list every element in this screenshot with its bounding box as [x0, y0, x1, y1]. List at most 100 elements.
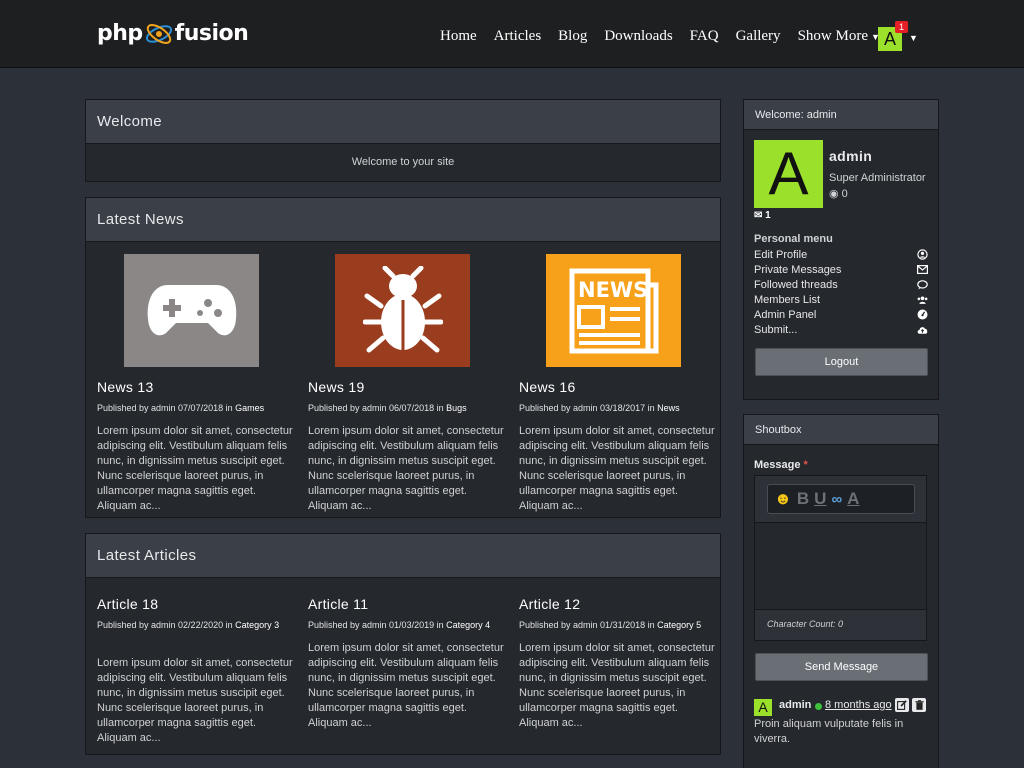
smiley-icon[interactable]: ☻	[774, 489, 792, 509]
news-title[interactable]: News 19	[308, 379, 508, 395]
dashboard-icon	[917, 309, 928, 320]
latest-articles-panel: Latest Articles Article 18 Published by …	[85, 533, 721, 755]
article-excerpt: Lorem ipsum dolor sit amet, consectetur …	[308, 642, 504, 729]
menu-submit[interactable]: Submit...	[754, 322, 928, 337]
envelope-icon: ✉	[754, 210, 763, 221]
edit-icon[interactable]	[895, 698, 909, 712]
svg-text:NEWS: NEWS	[578, 278, 648, 302]
news-card: NEWS News 16 Published by admin 03/18/20…	[519, 254, 719, 514]
article-title[interactable]: Article 12	[519, 596, 719, 612]
gamepad-icon	[147, 284, 236, 335]
article-category-link[interactable]: Category 3	[235, 620, 279, 630]
user-messages[interactable]: ✉ 1	[754, 210, 771, 221]
article-title[interactable]: Article 11	[308, 596, 508, 612]
points-icon: ◉	[829, 188, 839, 200]
user-name[interactable]: admin	[829, 148, 872, 164]
news-category-link[interactable]: Bugs	[446, 403, 467, 413]
news-excerpt: Lorem ipsum dolor sit amet, consectetur …	[97, 425, 293, 512]
menu-item-label: Submit...	[754, 323, 798, 336]
shout-time[interactable]: 8 months ago	[825, 699, 892, 711]
menu-item-label: Followed threads	[754, 278, 838, 291]
underline-icon[interactable]: U	[814, 489, 826, 509]
shoutbox-title: Shoutbox	[744, 415, 938, 445]
news-category-link[interactable]: News	[657, 403, 680, 413]
latest-news-panel: Latest News News 13 Published by admin 0…	[85, 197, 721, 518]
menu-item-label: Members List	[754, 293, 821, 306]
news-excerpt: Lorem ipsum dolor sit amet, consectetur …	[519, 425, 715, 512]
news-title[interactable]: News 13	[97, 379, 297, 395]
link-icon[interactable]: ∞	[831, 491, 842, 508]
newspaper-icon: NEWS	[569, 268, 658, 353]
news-thumbnail[interactable]	[124, 254, 259, 367]
site-logo[interactable]: php fusion	[97, 18, 249, 48]
user-panel: Welcome: admin A admin Super Administrat…	[743, 99, 939, 400]
send-message-button[interactable]: Send Message	[755, 653, 928, 681]
news-byline: Published by admin 06/07/2018 in	[308, 403, 447, 413]
nav-show-more[interactable]: Show More ▼	[798, 28, 880, 45]
shout-text: Proin aliquam vulputate felis in viverra…	[754, 718, 904, 745]
bug-icon	[362, 265, 443, 352]
shout-avatar[interactable]: A	[754, 699, 772, 716]
user-avatar[interactable]: A	[754, 140, 823, 208]
welcome-text: Welcome to your site	[351, 156, 455, 168]
menu-private-messages[interactable]: Private Messages	[754, 262, 928, 277]
user-menu-caret-icon[interactable]: ▼	[909, 33, 918, 43]
nav-faq[interactable]: FAQ	[690, 28, 719, 45]
bold-icon[interactable]: B	[797, 489, 809, 509]
message-textarea[interactable]	[755, 522, 926, 610]
news-title[interactable]: News 16	[519, 379, 719, 395]
article-excerpt: Lorem ipsum dolor sit amet, consectetur …	[519, 642, 715, 729]
nav-show-more-label: Show More	[797, 28, 868, 44]
nav-home[interactable]: Home	[440, 28, 477, 45]
message-label: Message *	[754, 459, 808, 471]
menu-members-list[interactable]: Members List	[754, 292, 928, 307]
article-byline: Published by admin 01/03/2019 in	[308, 620, 447, 630]
nav-blog[interactable]: Blog	[558, 28, 587, 45]
menu-item-label: Admin Panel	[754, 308, 817, 321]
user-panel-title: Welcome: admin	[744, 100, 938, 130]
character-count: Character Count: 0	[767, 619, 844, 629]
nav-gallery[interactable]: Gallery	[736, 28, 781, 45]
news-excerpt: Lorem ipsum dolor sit amet, consectetur …	[308, 425, 504, 512]
message-editor: ☻ B U ∞ A Character Count: 0	[754, 475, 927, 641]
news-thumbnail[interactable]	[335, 254, 470, 367]
logout-button[interactable]: Logout	[755, 348, 928, 376]
cloud-upload-icon	[917, 324, 928, 335]
personal-menu: Edit Profile Private Messages Followed t…	[754, 247, 928, 337]
latest-articles-title: Latest Articles	[86, 534, 720, 578]
menu-followed-threads[interactable]: Followed threads	[754, 277, 928, 292]
news-thumbnail[interactable]: NEWS	[546, 254, 681, 367]
nav-articles[interactable]: Articles	[494, 28, 541, 45]
article-meta: Published by admin 01/03/2019 in Categor…	[308, 620, 508, 630]
main-nav: Home Articles Blog Downloads FAQ Gallery…	[440, 28, 897, 45]
menu-edit-profile[interactable]: Edit Profile	[754, 247, 928, 262]
article-category-link[interactable]: Category 4	[446, 620, 490, 630]
news-category-link[interactable]: Games	[235, 403, 264, 413]
news-meta: Published by admin 07/07/2018 in Games	[97, 403, 297, 413]
notification-badge: 1	[895, 21, 908, 33]
news-meta: Published by admin 06/07/2018 in Bugs	[308, 403, 508, 413]
users-icon	[917, 294, 928, 305]
article-card: Article 12 Published by admin 01/31/2018…	[519, 584, 719, 731]
user-circle-icon	[917, 249, 928, 260]
shout-author[interactable]: admin	[779, 699, 811, 711]
personal-menu-title: Personal menu	[754, 233, 833, 245]
article-category-link[interactable]: Category 5	[657, 620, 701, 630]
article-meta: Published by admin 02/22/2020 in Categor…	[97, 620, 297, 630]
article-byline: Published by admin 02/22/2020 in	[97, 620, 236, 630]
nav-downloads[interactable]: Downloads	[604, 28, 672, 45]
article-excerpt: Lorem ipsum dolor sit amet, consectetur …	[97, 657, 293, 744]
delete-icon[interactable]	[912, 698, 926, 712]
menu-admin-panel[interactable]: Admin Panel	[754, 307, 928, 322]
article-title[interactable]: Article 18	[97, 596, 297, 612]
editor-toolbar: ☻ B U ∞ A	[767, 484, 915, 514]
user-role: Super Administrator	[829, 172, 926, 184]
chat-bubble-icon	[917, 279, 928, 290]
shoutbox-panel: Shoutbox Message * ☻ B U ∞ A Character C…	[743, 414, 939, 768]
messages-count: 1	[765, 210, 771, 221]
font-color-icon[interactable]: A	[847, 489, 859, 509]
article-card: Article 11 Published by admin 01/03/2019…	[308, 584, 508, 731]
envelope-icon	[917, 264, 928, 275]
message-label-text: Message	[754, 459, 801, 471]
logo-text-left: php	[97, 20, 143, 46]
